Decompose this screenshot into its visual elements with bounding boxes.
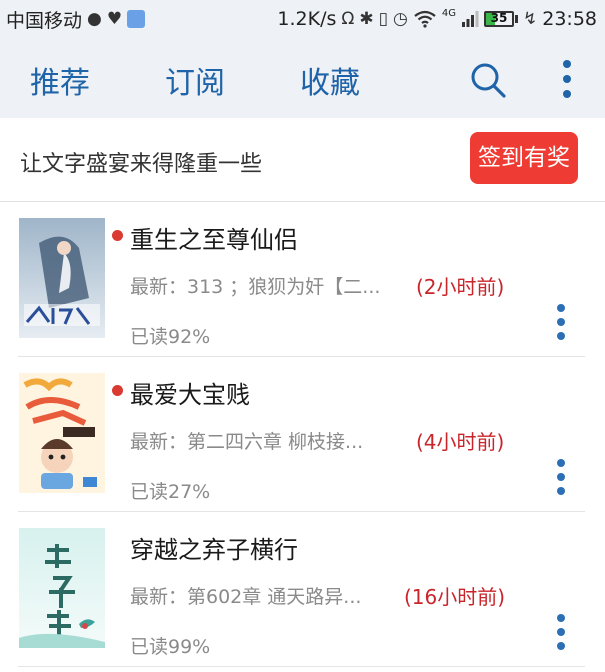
network-type: 4G: [441, 7, 456, 19]
book-title: 最爱大宝贱: [130, 381, 250, 409]
update-time: (2小时前): [416, 275, 505, 299]
book-title: 重生之至尊仙侣: [130, 226, 298, 254]
unread-dot: [112, 230, 123, 241]
battery-level: 35: [490, 11, 508, 25]
book-cover[interactable]: [19, 528, 105, 648]
book-more-button[interactable]: [548, 612, 574, 652]
book-item[interactable]: 重生之至尊仙侣 最新：313 ；狼狈为奸【二... (2小时前) 已读92%: [18, 202, 585, 357]
book-item[interactable]: 穿越之弃子横行 最新：第602章 通天路异... (16小时前) 已读99%: [18, 512, 585, 667]
read-progress: 已读27%: [130, 481, 211, 503]
wifi-icon: [414, 10, 436, 28]
tab-subscribe[interactable]: 订阅: [165, 58, 225, 102]
clock: 23:58: [542, 8, 597, 30]
carrier-label: 中国移动: [6, 9, 83, 32]
book-title: 穿越之弃子横行: [130, 536, 298, 564]
sign-in-reward-button[interactable]: 签到有奖: [470, 132, 578, 184]
latest-chapter: 最新：313 ；狼狈为奸【二...: [130, 276, 381, 298]
book-more-button[interactable]: [548, 457, 574, 497]
search-icon[interactable]: [468, 60, 508, 100]
signal-icon: [461, 11, 479, 27]
read-progress: 已读92%: [130, 326, 211, 348]
battery-icon: 35: [483, 11, 518, 27]
leaf-icon: ●: [87, 8, 102, 29]
book-cover[interactable]: [19, 373, 105, 493]
app-icon: [127, 10, 146, 28]
latest-chapter: 最新：第602章 通天路异...: [130, 586, 362, 608]
book-item[interactable]: 最爱大宝贱 最新：第二四六章 柳枝接... (4小时前) 已读27%: [18, 357, 585, 512]
tab-recommend[interactable]: 推荐: [30, 58, 90, 102]
tab-favorites[interactable]: 收藏: [300, 58, 360, 102]
read-progress: 已读99%: [130, 636, 211, 658]
alarm-icon: ◷: [393, 8, 408, 29]
update-time: (16小时前): [404, 585, 506, 609]
net-speed: 1.2K/s: [277, 8, 337, 30]
more-vertical-icon[interactable]: [552, 58, 582, 102]
top-nav: 推荐 订阅 收藏: [0, 38, 605, 118]
headphone-icon: Ω: [341, 8, 355, 29]
status-bar: 中国移动 ● ♥ 1.2K/s Ω ✱ ▯ ◷ 4G 35 ↯ 23:58: [0, 0, 605, 38]
promo-banner: 让文字盛宴来得隆重一些 签到有奖: [0, 118, 605, 202]
latest-chapter: 最新：第二四六章 柳枝接...: [130, 431, 364, 453]
bluetooth-icon: ✱: [359, 8, 374, 29]
charging-icon: ↯: [522, 8, 538, 29]
update-time: (4小时前): [416, 430, 505, 454]
book-cover[interactable]: [19, 218, 105, 338]
banner-slogan: 让文字盛宴来得隆重一些: [20, 152, 263, 177]
book-more-button[interactable]: [548, 302, 574, 342]
vibrate-icon: ▯: [378, 8, 389, 29]
heart-pulse-icon: ♥: [106, 8, 123, 29]
unread-dot: [112, 385, 123, 396]
